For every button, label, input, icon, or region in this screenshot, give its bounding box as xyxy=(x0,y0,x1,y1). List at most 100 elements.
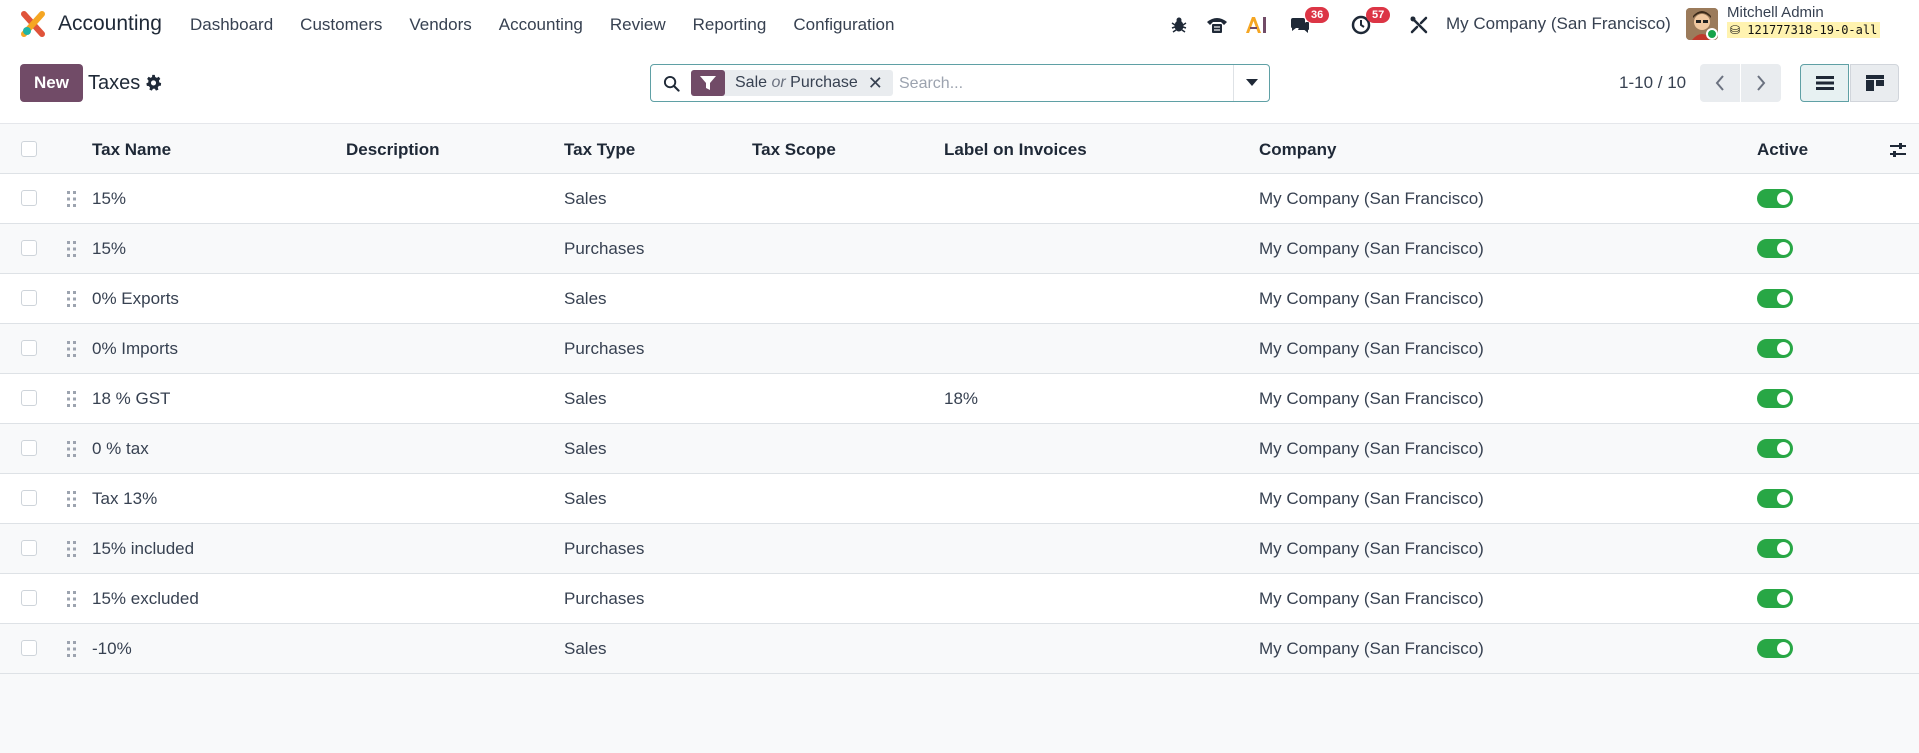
phone-icon[interactable] xyxy=(1204,0,1230,49)
column-header-description[interactable]: Description xyxy=(346,140,440,160)
remove-facet-close-icon[interactable]: ✕ xyxy=(868,73,893,94)
active-toggle[interactable] xyxy=(1757,339,1793,358)
table-row[interactable]: 15% excluded Purchases My Company (San Fra… xyxy=(0,574,1919,624)
table-row[interactable]: 0% Imports Purchases My Company (San Franc… xyxy=(0,324,1919,374)
new-button[interactable]: New xyxy=(20,64,83,102)
list-view-button[interactable] xyxy=(1800,64,1849,102)
menu-customers[interactable]: Customers xyxy=(300,15,382,35)
optional-columns-sliders-icon[interactable] xyxy=(1889,141,1907,159)
cell-tax-type: Sales xyxy=(564,639,607,658)
menu-accounting[interactable]: Accounting xyxy=(499,15,583,35)
drag-handle-icon[interactable] xyxy=(66,489,78,509)
cell-tax-type: Sales xyxy=(564,389,607,408)
drag-handle-icon[interactable] xyxy=(66,539,78,559)
caret-down-icon xyxy=(1245,79,1258,86)
cell-tax-type: Sales xyxy=(564,489,607,508)
cell-company: My Company (San Francisco) xyxy=(1259,339,1484,358)
select-all-checkbox[interactable] xyxy=(21,141,37,157)
drag-handle-icon[interactable] xyxy=(66,589,78,609)
cell-company: My Company (San Francisco) xyxy=(1259,189,1484,208)
active-toggle[interactable] xyxy=(1757,239,1793,258)
drag-handle-icon[interactable] xyxy=(66,289,78,309)
row-checkbox[interactable] xyxy=(21,340,37,356)
top-navbar: Accounting Dashboard Customers Vendors A… xyxy=(0,0,1919,49)
search-input[interactable] xyxy=(899,72,1219,96)
online-status-dot xyxy=(1706,28,1718,40)
column-header-tax-scope[interactable]: Tax Scope xyxy=(752,140,836,160)
table-row[interactable]: 15% Purchases My Company (San Francisco) xyxy=(0,224,1919,274)
column-header-tax-name[interactable]: Tax Name xyxy=(92,140,171,160)
menu-vendors[interactable]: Vendors xyxy=(409,15,471,35)
debug-bug-icon[interactable] xyxy=(1168,0,1190,49)
row-checkbox[interactable] xyxy=(21,490,37,506)
row-checkbox[interactable] xyxy=(21,590,37,606)
active-toggle[interactable] xyxy=(1757,489,1793,508)
column-header-company[interactable]: Company xyxy=(1259,140,1336,160)
drag-handle-icon[interactable] xyxy=(66,189,78,209)
active-toggle[interactable] xyxy=(1757,289,1793,308)
pager-next-button[interactable] xyxy=(1741,64,1781,102)
drag-handle-icon[interactable] xyxy=(66,639,78,659)
pager-value[interactable]: 1-10 / 10 xyxy=(1619,73,1686,93)
app-name[interactable]: Accounting xyxy=(58,12,162,36)
gear-icon[interactable] xyxy=(145,74,162,91)
cell-tax-type: Sales xyxy=(564,439,607,458)
table-row[interactable]: -10% Sales My Company (San Francisco) xyxy=(0,624,1919,674)
row-checkbox[interactable] xyxy=(21,240,37,256)
database-name-tag: ⛁ 121777318-19-0-all xyxy=(1727,22,1881,38)
search-bar: Sale or Purchase ✕ xyxy=(650,64,1270,102)
row-checkbox[interactable] xyxy=(21,290,37,306)
table-row[interactable]: 0 % tax Sales My Company (San Francisco) xyxy=(0,424,1919,474)
drag-handle-icon[interactable] xyxy=(66,389,78,409)
active-toggle[interactable] xyxy=(1757,389,1793,408)
accounting-app-logo-icon[interactable] xyxy=(20,11,46,37)
taxes-list: Tax Name Description Tax Type Tax Scope … xyxy=(0,123,1919,753)
menu-reporting[interactable]: Reporting xyxy=(693,15,767,35)
cell-company: My Company (San Francisco) xyxy=(1259,639,1484,658)
column-header-label-on-invoices[interactable]: Label on Invoices xyxy=(944,140,1087,160)
row-checkbox[interactable] xyxy=(21,190,37,206)
menu-dashboard[interactable]: Dashboard xyxy=(190,15,273,35)
table-row[interactable]: 15% Sales My Company (San Francisco) xyxy=(0,174,1919,224)
table-row[interactable]: 15% included Purchases My Company (San Fra… xyxy=(0,524,1919,574)
table-row[interactable]: 18 % GST Sales 18% My Company (San Francisc… xyxy=(0,374,1919,424)
row-checkbox[interactable] xyxy=(21,640,37,656)
cell-company: My Company (San Francisco) xyxy=(1259,539,1484,558)
company-switcher[interactable]: My Company (San Francisco) xyxy=(1446,14,1671,34)
column-header-tax-type[interactable]: Tax Type xyxy=(564,140,635,160)
table-row[interactable]: 0% Exports Sales My Company (San Francisco… xyxy=(0,274,1919,324)
active-toggle[interactable] xyxy=(1757,439,1793,458)
search-icon[interactable] xyxy=(663,75,680,92)
cell-company: My Company (San Francisco) xyxy=(1259,489,1484,508)
column-header-active[interactable]: Active xyxy=(1757,140,1808,160)
active-toggle[interactable] xyxy=(1757,589,1793,608)
tools-icon[interactable] xyxy=(1407,0,1431,49)
cell-company: My Company (San Francisco) xyxy=(1259,239,1484,258)
cell-tax-name: 15% xyxy=(92,189,127,208)
active-toggle[interactable] xyxy=(1757,539,1793,558)
pager-previous-button[interactable] xyxy=(1700,64,1740,102)
row-checkbox[interactable] xyxy=(21,440,37,456)
drag-handle-icon[interactable] xyxy=(66,339,78,359)
list-view-icon xyxy=(1815,76,1834,90)
search-options-toggle[interactable] xyxy=(1233,65,1269,101)
row-checkbox[interactable] xyxy=(21,540,37,556)
cell-tax-type: Purchases xyxy=(564,339,645,358)
active-toggle[interactable] xyxy=(1757,189,1793,208)
table-row[interactable]: Tax 13% Sales My Company (San Francisco) xyxy=(0,474,1919,524)
cell-tax-name: 15% included xyxy=(92,539,195,558)
drag-handle-icon[interactable] xyxy=(66,239,78,259)
cell-tax-name: 0% Exports xyxy=(92,289,179,308)
ai-icon[interactable] xyxy=(1244,0,1270,49)
kanban-view-icon xyxy=(1865,75,1884,91)
menu-configuration[interactable]: Configuration xyxy=(793,15,894,35)
drag-handle-icon[interactable] xyxy=(66,439,78,459)
messages-badge: 36 xyxy=(1305,7,1330,23)
menu-review[interactable]: Review xyxy=(610,15,666,35)
active-toggle[interactable] xyxy=(1757,639,1793,658)
filter-facet-label: Sale or Purchase xyxy=(725,74,868,92)
row-checkbox[interactable] xyxy=(21,390,37,406)
cell-tax-name: 15% excluded xyxy=(92,589,199,608)
user-name[interactable]: Mitchell Admin xyxy=(1727,4,1824,21)
kanban-view-button[interactable] xyxy=(1850,64,1899,102)
